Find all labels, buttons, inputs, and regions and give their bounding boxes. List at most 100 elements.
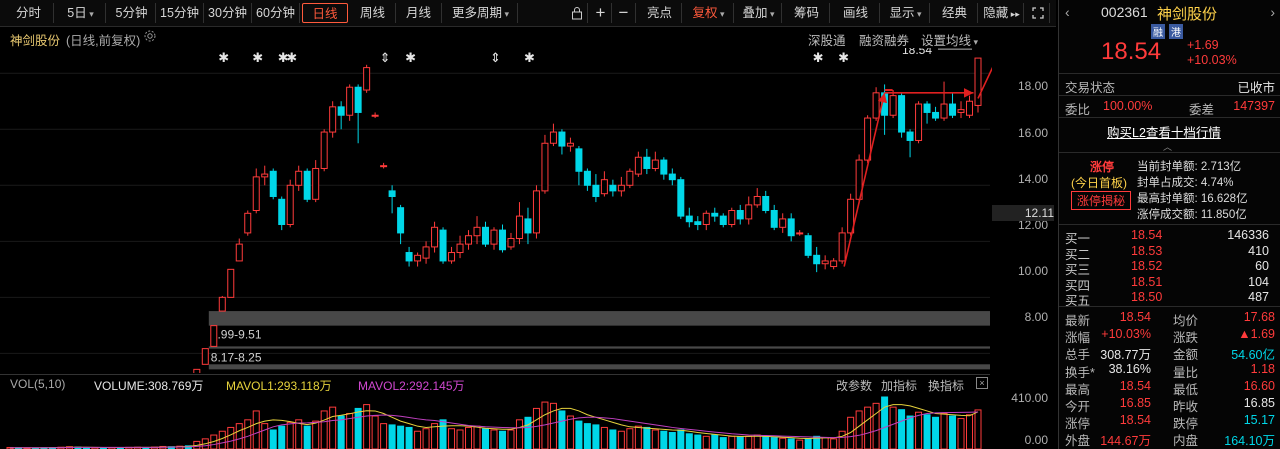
quote-value: 16.85 xyxy=(1119,396,1151,410)
candle-body xyxy=(736,210,744,220)
switch-indicator-button[interactable]: 换指标 xyxy=(928,377,964,394)
draw-line-button[interactable]: 画线 xyxy=(832,3,880,23)
volume-indicator-label[interactable]: VOL(5,10) xyxy=(10,377,65,391)
settings-gear-icon[interactable] xyxy=(143,29,157,46)
volume-bar xyxy=(405,426,413,449)
margin-trading-link[interactable]: 融资融券 xyxy=(859,30,909,49)
candle-body xyxy=(787,218,795,237)
quote-label: 涨跌 xyxy=(1173,331,1199,346)
close-icon[interactable]: × xyxy=(976,377,988,389)
candle-body xyxy=(600,179,608,195)
quote-value: 16.60 xyxy=(1243,378,1275,393)
candle-body xyxy=(762,195,770,211)
candle-body xyxy=(269,170,277,197)
more-periods-dropdown[interactable]: 更多周期 xyxy=(444,3,518,23)
volume-bar xyxy=(473,425,481,449)
candle-body xyxy=(532,190,540,234)
zoom-in-icon[interactable]: + xyxy=(590,3,612,23)
order-price: 18.50 xyxy=(1131,290,1163,304)
quote-label: 外盘 xyxy=(1065,434,1091,449)
commission-row: 委比 100.00% 委差 147397 xyxy=(1065,99,1275,117)
volume-bar xyxy=(558,410,566,449)
volume-chart[interactable] xyxy=(0,393,992,449)
price-change-pct: +10.03% xyxy=(1187,53,1237,67)
weibi-label: 委比 xyxy=(1065,103,1091,117)
candle-body xyxy=(482,226,490,245)
period-tab-15min[interactable]: 15分钟 xyxy=(156,3,204,23)
volume-tick-top: 410.00 xyxy=(1011,391,1048,405)
limit-stat-2: 封单占成交: 4.74% xyxy=(1137,177,1234,189)
quote-value: 18.54 xyxy=(1119,378,1151,393)
quote-row: 总手 308.77万 金额 54.60亿 xyxy=(1065,344,1275,362)
set-ma-link[interactable]: 设置均线 xyxy=(921,30,978,49)
hk-connect-tag: 港 xyxy=(1169,24,1183,39)
chart-stock-name[interactable]: 神剑股份 xyxy=(10,30,60,49)
buy-l2-link[interactable]: 购买L2查看十档行情 xyxy=(1107,122,1221,141)
trade-status-label: 交易状态 xyxy=(1065,81,1116,95)
period-tab-60min[interactable]: 60分钟 xyxy=(252,3,300,23)
volume-bar xyxy=(592,424,600,449)
period-tab-monthly[interactable]: 月线 xyxy=(396,3,442,23)
quote-label: 涨幅 xyxy=(1065,331,1091,346)
order-volume: 487 xyxy=(1248,290,1269,304)
quote-row: 最新 18.54 均价 17.68 xyxy=(1065,310,1275,328)
kline-chart[interactable]: 8.99-9.518.17-8.257.43-7.61✱✱✱✱⇕✱⇕✱✱✱6.2… xyxy=(0,48,992,373)
quote-label: 最低 xyxy=(1173,382,1199,397)
quote-row: 外盘 144.67万 内盘 164.10万 xyxy=(1065,430,1275,448)
volume-bar xyxy=(515,419,523,449)
shenzhen-connect-link[interactable]: 深股通 xyxy=(808,30,846,49)
chart-mode-label: (日线,前复权) xyxy=(66,34,141,48)
classic-button[interactable]: 经典 xyxy=(932,3,978,23)
limit-up-reveal-button[interactable]: 涨停揭秘 xyxy=(1071,191,1131,210)
display-dropdown[interactable]: 显示 xyxy=(882,3,930,23)
candle-body xyxy=(694,221,702,226)
next-stock-icon[interactable]: › xyxy=(1270,4,1275,20)
lock-icon[interactable] xyxy=(566,3,588,23)
zoom-out-icon[interactable]: − xyxy=(612,3,636,23)
candle-body xyxy=(252,176,260,211)
quote-value: 15.17 xyxy=(1243,413,1275,428)
volume-bar xyxy=(796,439,804,449)
price-tick-14: 14.00 xyxy=(1017,172,1048,186)
volume-bar xyxy=(881,396,889,449)
gap-band xyxy=(208,346,991,349)
volume-bar xyxy=(830,438,838,449)
period-tab-5min[interactable]: 5分钟 xyxy=(108,3,156,23)
period-tab-daily[interactable]: 日线 xyxy=(302,3,348,23)
gap-label: 8.17-8.25 xyxy=(211,351,262,365)
candle-body xyxy=(940,103,948,119)
candle-body xyxy=(371,114,379,117)
candle-body xyxy=(363,67,371,91)
volume-bar xyxy=(889,406,897,449)
volume-bar xyxy=(388,424,396,449)
split-marker: ⇕ xyxy=(490,50,501,65)
order-price: 18.52 xyxy=(1131,259,1163,273)
candle-body xyxy=(796,232,804,235)
candle-body xyxy=(218,296,226,312)
quote-label: 换手* xyxy=(1065,365,1095,380)
chips-button[interactable]: 筹码 xyxy=(784,3,830,23)
period-tab-5day[interactable]: 5日 xyxy=(56,3,106,23)
candle-body xyxy=(915,103,923,141)
change-params-button[interactable]: 改参数 xyxy=(836,377,872,394)
highlight-button[interactable]: 亮点 xyxy=(638,3,682,23)
volume-bar xyxy=(787,438,795,449)
volume-bar xyxy=(736,436,744,449)
add-indicator-button[interactable]: 加指标 xyxy=(881,377,917,394)
prev-stock-icon[interactable]: ‹ xyxy=(1065,4,1070,20)
period-tab-fenshi[interactable]: 分时 xyxy=(4,3,54,23)
price-tick-8: 8.00 xyxy=(1024,310,1048,324)
hide-button[interactable]: 隐藏 ▸▸ xyxy=(980,3,1024,23)
gap-label: 8.99-9.51 xyxy=(211,328,262,342)
adjust-rights-dropdown[interactable]: 复权 xyxy=(684,3,734,23)
volume-bar xyxy=(855,410,863,449)
weicha-value: 147397 xyxy=(1233,99,1275,113)
period-tab-weekly[interactable]: 周线 xyxy=(350,3,396,23)
order-volume: 410 xyxy=(1248,243,1269,258)
period-tab-30min[interactable]: 30分钟 xyxy=(204,3,252,23)
overlay-dropdown[interactable]: 叠加 xyxy=(736,3,782,23)
quote-label: 均价 xyxy=(1173,314,1199,328)
quote-row: 最高 18.54 最低 16.60 xyxy=(1065,379,1275,397)
candle-body xyxy=(456,243,464,254)
fullscreen-icon[interactable] xyxy=(1026,3,1050,23)
